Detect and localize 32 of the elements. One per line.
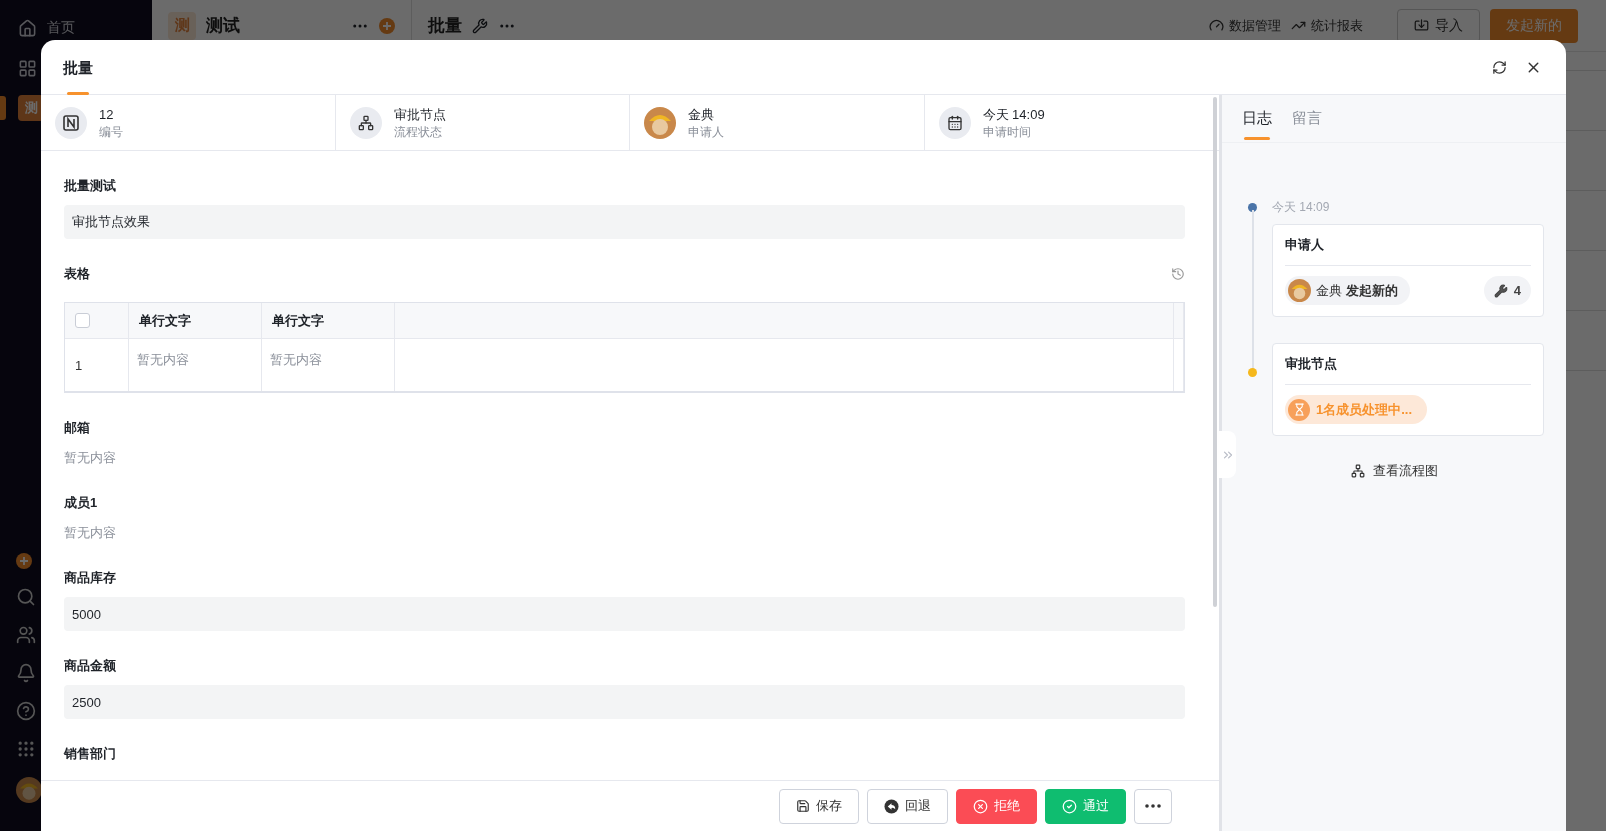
field-label: 商品金额 [64, 657, 116, 675]
info-label: 申请人 [688, 123, 724, 140]
timestamp: 今天 14:09 [1272, 200, 1331, 214]
info-label: 编号 [99, 123, 123, 140]
field-value: 暂无内容 [64, 524, 117, 542]
table-cell: 暂无内容 [262, 339, 395, 391]
info-label: 流程状态 [393, 123, 443, 140]
column-header: 单行文字 [262, 303, 395, 339]
card-title: 审批节点 [1285, 344, 1531, 385]
info-value: 今天 14:09 [982, 105, 1045, 124]
field-label: 商品库存 [64, 569, 116, 587]
field-value: 暂无内容 [64, 449, 117, 467]
info-value: 金典 [688, 105, 715, 124]
table-cell: 暂无内容 [129, 339, 262, 391]
card-title: 申请人 [1285, 225, 1531, 266]
app-title: 测试 [206, 15, 240, 37]
info-value: 审批节点 [393, 105, 446, 124]
field-label: 表格 [64, 265, 90, 283]
app-badge: 测 [18, 95, 44, 121]
field-label: 成员1 [64, 494, 98, 512]
status-chip: 1名成员处理中... [1285, 395, 1428, 424]
column-header: 单行文字 [129, 303, 262, 339]
row-number: 1 [65, 339, 129, 391]
info-value: 12 [99, 105, 115, 124]
chip-text: 金典 发起新的 [1316, 281, 1398, 300]
sidebar-label: 首页 [47, 19, 75, 37]
field-label: 销售部门 [64, 745, 116, 763]
field-label: 批量测试 [64, 177, 116, 195]
app-badge: 测 [168, 11, 196, 40]
field-label: 邮箱 [64, 419, 90, 437]
page-title: 批量 [428, 15, 462, 37]
info-label: 申请时间 [982, 123, 1032, 140]
